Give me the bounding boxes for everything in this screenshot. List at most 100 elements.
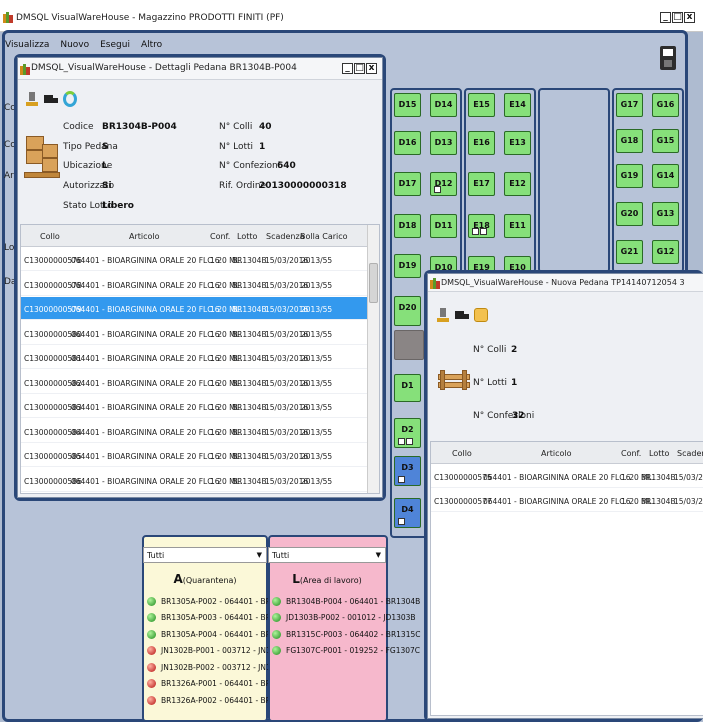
stato-lotto-value: Libero — [102, 201, 134, 211]
table-row[interactable]: C13000000586 064401 - BIOARGININA ORALE 2… — [21, 469, 379, 492]
table-row[interactable]: C13000000576 064401 - BIOARGININA ORALE 2… — [21, 248, 379, 271]
cell-d3[interactable]: D3 — [394, 456, 421, 486]
menu-nuovo[interactable]: Nuovo — [59, 40, 90, 54]
table-row[interactable]: C13000000581 064401 - BIOARGININA ORALE 2… — [21, 346, 379, 369]
cell-e18[interactable]: E18 — [468, 214, 495, 238]
minimize-button[interactable]: _ — [660, 12, 671, 23]
cell-d13[interactable]: D13 — [430, 131, 457, 155]
table-cell: 2013/55 — [301, 256, 333, 265]
scrollbar-thumb[interactable] — [369, 263, 378, 303]
cell-blocked — [394, 330, 424, 360]
maximize-button[interactable]: □ — [672, 12, 683, 23]
cell-e13[interactable]: E13 — [504, 131, 531, 155]
table-cell: 2013/55 — [301, 378, 333, 388]
col-articolo[interactable]: Articolo — [129, 232, 160, 241]
cell-g14[interactable]: G14 — [652, 164, 679, 188]
status-ok-icon — [272, 629, 281, 639]
main-window-title: DMSQL VisualWareHouse - Magazzino PRODOT… — [16, 13, 284, 23]
list-item[interactable]: BR1315C-P003 - 064402 - BR1315C — [272, 627, 420, 641]
col-conf[interactable]: Conf. — [210, 232, 230, 241]
cell-d14[interactable]: D14 — [430, 93, 457, 117]
nuova-lotti-label: N° Lotti — [473, 378, 508, 388]
quarantena-header: A(Quarantena) — [173, 572, 237, 586]
cell-d12[interactable]: D12 — [430, 172, 457, 196]
table-row[interactable]: C13000000585 064401 - BIOARGININA ORALE 2… — [21, 444, 379, 467]
refresh-icon[interactable] — [63, 91, 77, 107]
filter-l-select[interactable]: Tutti ▼ — [268, 547, 386, 563]
cell-g15[interactable]: G15 — [652, 129, 679, 153]
truck-icon[interactable] — [455, 308, 469, 322]
boxes-icon — [24, 136, 60, 180]
col-lotto[interactable]: Lotto — [649, 449, 669, 458]
table-cell: BR1304B — [232, 427, 267, 437]
cell-g13[interactable]: G13 — [652, 202, 679, 226]
cell-d11[interactable]: D11 — [430, 214, 457, 238]
cell-d2[interactable]: D2 — [394, 418, 421, 448]
col-bolla-carico[interactable]: Bolla Carico — [300, 232, 348, 241]
cell-d20[interactable]: D20 — [394, 296, 421, 326]
col-articolo[interactable]: Articolo — [541, 449, 572, 458]
cell-e14[interactable]: E14 — [504, 93, 531, 117]
colli-table: Collo Articolo Conf. Lotto Scadenza Boll… — [20, 224, 380, 494]
nuova-colli-value: 2 — [511, 345, 518, 355]
pallet-icon[interactable] — [436, 308, 450, 322]
truck-icon[interactable] — [44, 92, 58, 106]
filter-a-select[interactable]: Tutti ▼ — [143, 547, 267, 563]
col-collo[interactable]: Collo — [452, 449, 472, 458]
cell-g18[interactable]: G18 — [616, 129, 643, 153]
cell-e11[interactable]: E11 — [504, 214, 531, 238]
cell-e12[interactable]: E12 — [504, 172, 531, 196]
menu-esegui[interactable]: Esegui — [99, 40, 131, 54]
dettagli-minimize-button[interactable]: _ — [342, 63, 353, 74]
cell-g12[interactable]: G12 — [652, 240, 679, 264]
area-lavoro-header: L(Area di lavoro) — [292, 572, 362, 586]
status-alert-icon — [147, 695, 156, 705]
dettagli-maximize-button[interactable]: □ — [354, 63, 365, 74]
cell-e15[interactable]: E15 — [468, 93, 495, 117]
list-item[interactable]: FG1307C-P001 - 019252 - FG1307C — [272, 644, 420, 658]
table-scrollbar[interactable] — [367, 225, 379, 493]
table-row[interactable]: C13000000583 064401 - BIOARGININA ORALE 2… — [21, 395, 379, 418]
box-icon[interactable] — [474, 308, 488, 322]
cell-e16[interactable]: E16 — [468, 131, 495, 155]
cell-d17[interactable]: D17 — [394, 172, 421, 196]
cell-d1[interactable]: D1 — [394, 374, 421, 402]
col-scadenza[interactable]: Scadenza — [677, 449, 703, 458]
cell-g17[interactable]: G17 — [616, 93, 643, 117]
tipo-pedana-value: S — [102, 142, 109, 152]
list-item[interactable]: BR1304B-P004 - 064401 - BR1304B — [272, 594, 420, 608]
col-lotto[interactable]: Lotto — [237, 232, 257, 241]
table-row[interactable]: C13000000584 064401 - BIOARGININA ORALE 2… — [21, 420, 379, 443]
table-row[interactable]: C13000000578 064401 - BIOARGININA ORALE 2… — [21, 273, 379, 296]
table-cell: 16 — [210, 280, 220, 290]
table-row[interactable]: C13000000582 064401 - BIOARGININA ORALE 2… — [21, 371, 379, 394]
status-ok-icon — [147, 596, 156, 606]
table-cell: 2013/55 — [301, 427, 333, 437]
close-button[interactable]: x — [684, 12, 695, 23]
cell-g16[interactable]: G16 — [652, 93, 679, 117]
col-scadenza[interactable]: Scadenza — [266, 232, 305, 241]
table-row[interactable]: C13000000577 064401 - BIOARGININA ORALE 2… — [431, 489, 703, 512]
dettagli-close-button[interactable]: x — [366, 63, 377, 74]
menu-visualizza[interactable]: Visualizza — [4, 40, 50, 54]
cell-d16[interactable]: D16 — [394, 131, 421, 155]
list-item[interactable]: JD1303B-P002 - 001012 - JD1303B — [272, 611, 416, 625]
save-icon[interactable] — [660, 46, 676, 70]
cell-d15[interactable]: D15 — [394, 93, 421, 117]
table-cell: 16 — [621, 497, 631, 506]
cell-d19[interactable]: D19 — [394, 254, 421, 278]
table-row[interactable]: C13000000575 064401 - BIOARGININA ORALE 2… — [431, 465, 703, 488]
cell-g19[interactable]: G19 — [616, 164, 643, 188]
status-ok-icon — [272, 613, 281, 622]
cell-g20[interactable]: G20 — [616, 202, 643, 226]
cell-g21[interactable]: G21 — [616, 240, 643, 264]
col-conf[interactable]: Conf. — [621, 449, 641, 458]
cell-d4[interactable]: D4 — [394, 498, 421, 528]
col-collo[interactable]: Collo — [40, 232, 60, 241]
table-row[interactable]: C13000000579 064401 - BIOARGININA ORALE 2… — [21, 297, 379, 320]
menu-altro[interactable]: Altro — [140, 40, 163, 54]
pallet-icon[interactable] — [25, 92, 39, 106]
cell-d18[interactable]: D18 — [394, 214, 421, 238]
table-row[interactable]: C13000000580 064401 - BIOARGININA ORALE 2… — [21, 322, 379, 345]
cell-e17[interactable]: E17 — [468, 172, 495, 196]
